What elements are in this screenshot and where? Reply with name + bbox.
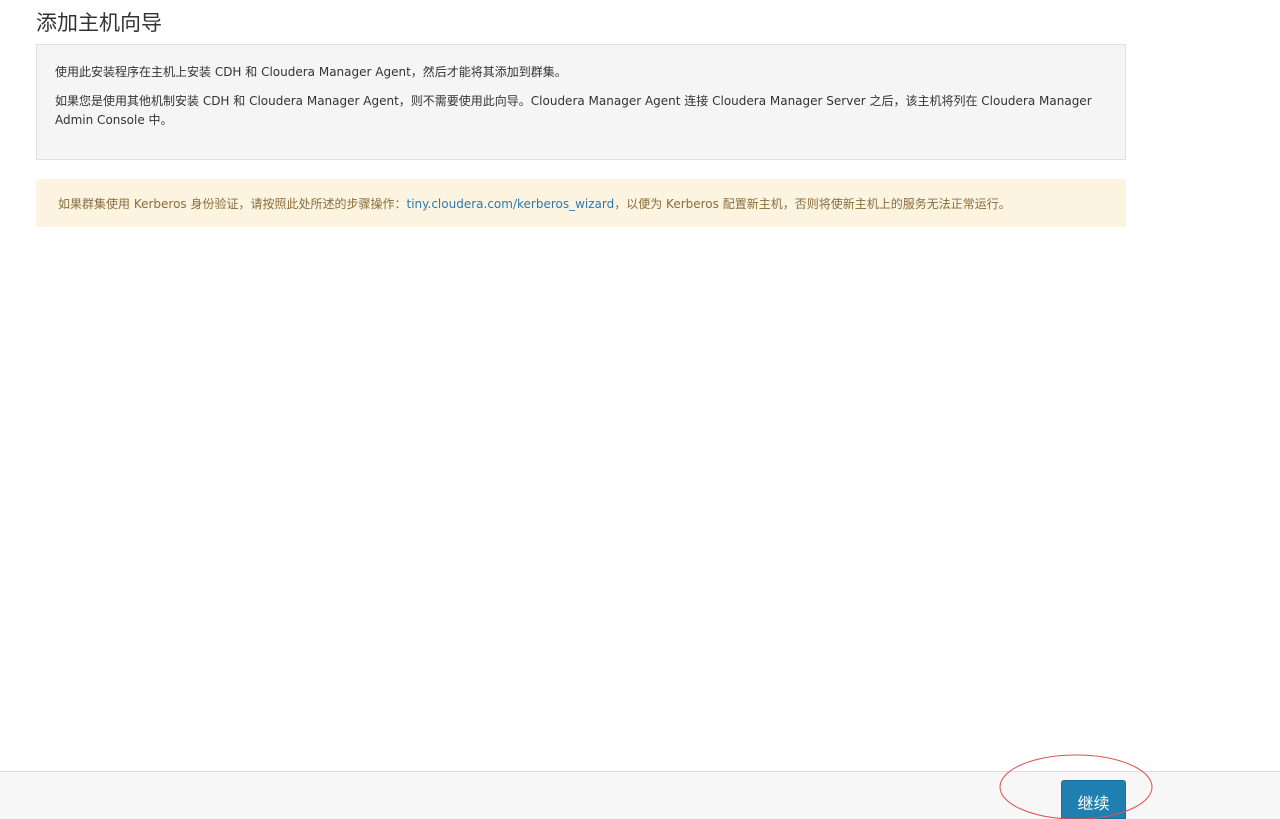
- kerberos-wizard-link[interactable]: tiny.cloudera.com/kerberos_wizard: [406, 197, 614, 211]
- kerberos-warning-text: 如果群集使用 Kerberos 身份验证，请按照此处所述的步骤操作：tiny.c…: [58, 195, 1011, 212]
- warning-text-before: 如果群集使用 Kerberos 身份验证，请按照此处所述的步骤操作：: [58, 196, 407, 211]
- page-title: 添加主机向导: [36, 11, 162, 35]
- continue-button[interactable]: 继续: [1061, 780, 1126, 819]
- info-text-alternative: 如果您是使用其他机制安装 CDH 和 Cloudera Manager Agen…: [55, 94, 1092, 127]
- info-text-install: 使用此安装程序在主机上安装 CDH 和 Cloudera Manager Age…: [55, 65, 567, 79]
- add-host-wizard-page: 添加主机向导 使用此安装程序在主机上安装 CDH 和 Cloudera Mana…: [0, 0, 1280, 819]
- warning-text-after: ，以便为 Kerberos 配置新主机，否则将使新主机上的服务无法正常运行。: [614, 196, 1011, 211]
- kerberos-warning: 如果群集使用 Kerberos 身份验证，请按照此处所述的步骤操作：tiny.c…: [36, 179, 1126, 227]
- info-panel: 使用此安装程序在主机上安装 CDH 和 Cloudera Manager Age…: [36, 44, 1126, 160]
